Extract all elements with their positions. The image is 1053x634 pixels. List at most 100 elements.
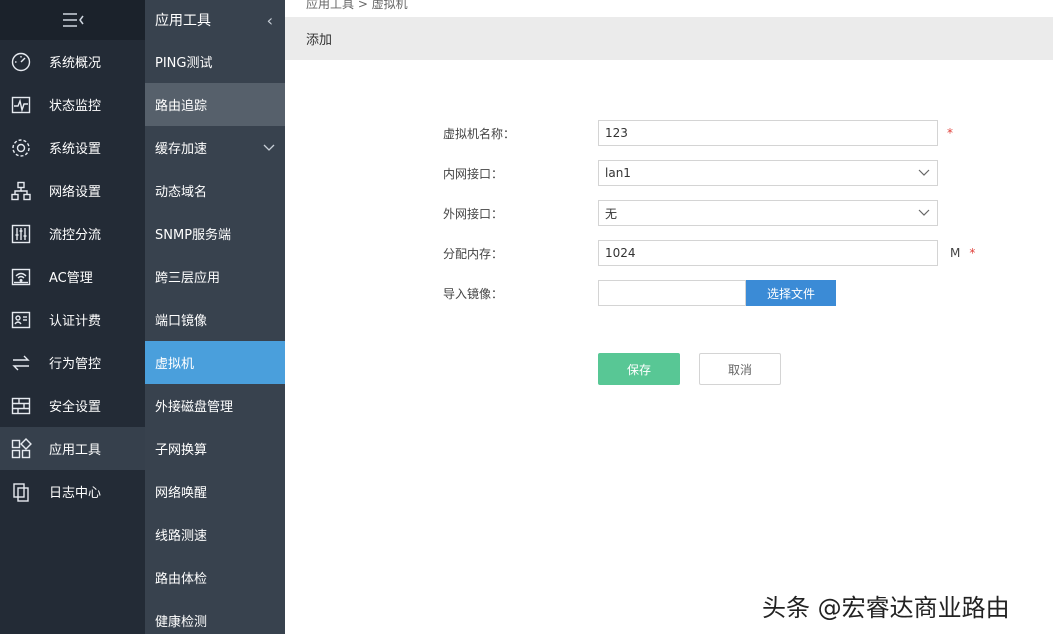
required-mark: * [947, 126, 953, 140]
wan-interface-label: 外网接口： [443, 206, 504, 221]
submenu-item-snmp[interactable]: SNMP服务端 [145, 212, 285, 255]
id-card-icon [10, 309, 32, 331]
submenu-item-health-check[interactable]: 健康检测 [145, 599, 285, 634]
lan-interface-label: 内网接口： [443, 166, 504, 181]
submenu-item-router-check[interactable]: 路由体检 [145, 556, 285, 599]
submenu-item-subnet-calc[interactable]: 子网换算 [145, 427, 285, 470]
rail-item-logs[interactable]: 日志中心 [0, 470, 145, 513]
app-window: 系统概况 状态监控 系统设置 网络设置 流控分流 AC管理 认证计费 行为管控 [0, 0, 1053, 634]
memory-label: 分配内存： [443, 246, 504, 261]
submenu-item-label: 子网换算 [155, 443, 208, 458]
submenu-item-label: 线路测速 [155, 529, 208, 544]
rail-item-security[interactable]: 安全设置 [0, 384, 145, 427]
memory-unit: M [950, 246, 961, 260]
submenu-item-label: SNMP服务端 [155, 228, 232, 243]
watermark-text: 头条 @宏睿达商业路由 [762, 594, 1010, 622]
wifi-icon [10, 266, 32, 288]
submenu-item-label: 路由体检 [155, 572, 208, 587]
rail-item-label: 状态监控 [49, 99, 102, 114]
network-icon [10, 180, 32, 202]
chevron-left-icon[interactable]: ‹ [267, 11, 273, 30]
submenu-item-label: 健康检测 [155, 615, 208, 630]
rail-item-label: 安全设置 [49, 400, 102, 415]
submenu-item-vm[interactable]: 虚拟机 [145, 341, 285, 384]
chevron-down-icon [918, 209, 930, 216]
chevron-down-icon [263, 141, 275, 155]
vm-name-input[interactable]: 123 [598, 120, 938, 146]
gear-icon [10, 137, 32, 159]
submenu-item-port-mirror[interactable]: 端口镜像 [145, 298, 285, 341]
submenu-item-label: 网络唤醒 [155, 486, 208, 501]
sliders-icon [10, 223, 32, 245]
rail-item-ac-management[interactable]: AC管理 [0, 255, 145, 298]
rail-item-system-settings[interactable]: 系统设置 [0, 126, 145, 169]
memory-input[interactable]: 1024 [598, 240, 938, 266]
submenu-item-cache-accel[interactable]: 缓存加速 [145, 126, 285, 169]
rail-item-label: 网络设置 [49, 185, 102, 200]
image-label: 导入镜像： [443, 286, 504, 301]
rail-item-overview[interactable]: 系统概况 [0, 40, 145, 83]
wan-interface-select[interactable]: 无 [598, 200, 938, 226]
submenu-item-label: 跨三层应用 [155, 271, 221, 286]
submenu-item-ping[interactable]: PING测试 [145, 40, 285, 83]
main-content: 应用工具 > 虚拟机 添加 虚拟机名称： 123 * 内网接口： lan1 外网… [285, 0, 1053, 634]
vm-name-label: 虚拟机名称： [443, 126, 516, 141]
arrows-icon [10, 352, 32, 374]
rail-item-label: AC管理 [49, 271, 93, 286]
submenu-item-wake-on-lan[interactable]: 网络唤醒 [145, 470, 285, 513]
submenu-item-speed-test[interactable]: 线路测速 [145, 513, 285, 556]
rail-item-label: 行为管控 [49, 357, 102, 372]
rail-item-app-tools[interactable]: 应用工具 [0, 427, 145, 470]
save-button[interactable]: 保存 [598, 353, 680, 385]
rail-item-status[interactable]: 状态监控 [0, 83, 145, 126]
menu-collapse-icon [62, 13, 84, 27]
chevron-down-icon [918, 169, 930, 176]
section-title: 添加 [306, 33, 333, 48]
submenu-item-label: 外接磁盘管理 [155, 400, 234, 415]
submenu-item-external-disk[interactable]: 外接磁盘管理 [145, 384, 285, 427]
gauge-icon [10, 51, 32, 73]
rail-item-label: 认证计费 [49, 314, 102, 329]
breadcrumb: 应用工具 > 虚拟机 [306, 0, 408, 11]
submenu-title: 应用工具 [155, 13, 211, 29]
pulse-icon [10, 94, 32, 116]
form-row-vm-name: 虚拟机名称： 123 * [443, 120, 953, 146]
rail-item-behavior-control[interactable]: 行为管控 [0, 341, 145, 384]
rail-item-auth-billing[interactable]: 认证计费 [0, 298, 145, 341]
apps-icon [10, 437, 32, 460]
firewall-icon [10, 395, 32, 417]
wan-interface-value: 无 [605, 206, 618, 221]
rail-item-network[interactable]: 网络设置 [0, 169, 145, 212]
submenu-item-ddns[interactable]: 动态域名 [145, 169, 285, 212]
image-file-field[interactable] [598, 280, 746, 306]
submenu-panel: 应用工具 ‹ PING测试 路由追踪 缓存加速 动态域名 SNMP服务端 跨三层… [145, 0, 285, 634]
submenu-item-label: 端口镜像 [155, 314, 208, 329]
submenu-item-cross-l3[interactable]: 跨三层应用 [145, 255, 285, 298]
choose-file-button[interactable]: 选择文件 [746, 280, 836, 306]
submenu-item-label: 虚拟机 [155, 357, 195, 372]
lan-interface-select[interactable]: lan1 [598, 160, 938, 186]
section-title-bar: 添加 [285, 17, 1053, 60]
document-icon [10, 481, 32, 503]
submenu-item-traceroute[interactable]: 路由追踪 [145, 83, 285, 126]
submenu-item-label: 路由追踪 [155, 99, 208, 114]
submenu-item-label: 动态域名 [155, 185, 208, 200]
form-row-lan: 内网接口： lan1 [443, 160, 938, 186]
rail-item-label: 系统设置 [49, 142, 102, 157]
form-row-memory: 分配内存： 1024 M * [443, 240, 975, 266]
rail-item-label: 应用工具 [49, 443, 102, 458]
required-mark: * [969, 246, 976, 260]
rail-item-label: 系统概况 [49, 56, 102, 71]
submenu-item-label: PING测试 [155, 56, 213, 71]
rail-item-flow-control[interactable]: 流控分流 [0, 212, 145, 255]
primary-sidebar: 系统概况 状态监控 系统设置 网络设置 流控分流 AC管理 认证计费 行为管控 [0, 0, 145, 634]
rail-item-label: 流控分流 [49, 228, 102, 243]
form-row-image: 导入镜像： 选择文件 [443, 280, 836, 306]
rail-item-label: 日志中心 [49, 486, 102, 501]
form-row-wan: 外网接口： 无 [443, 200, 938, 226]
collapse-menu-button[interactable] [0, 0, 145, 40]
lan-interface-value: lan1 [605, 166, 631, 180]
submenu-header[interactable]: 应用工具 ‹ [145, 0, 285, 40]
submenu-item-label: 缓存加速 [155, 142, 208, 157]
cancel-button[interactable]: 取消 [699, 353, 781, 385]
